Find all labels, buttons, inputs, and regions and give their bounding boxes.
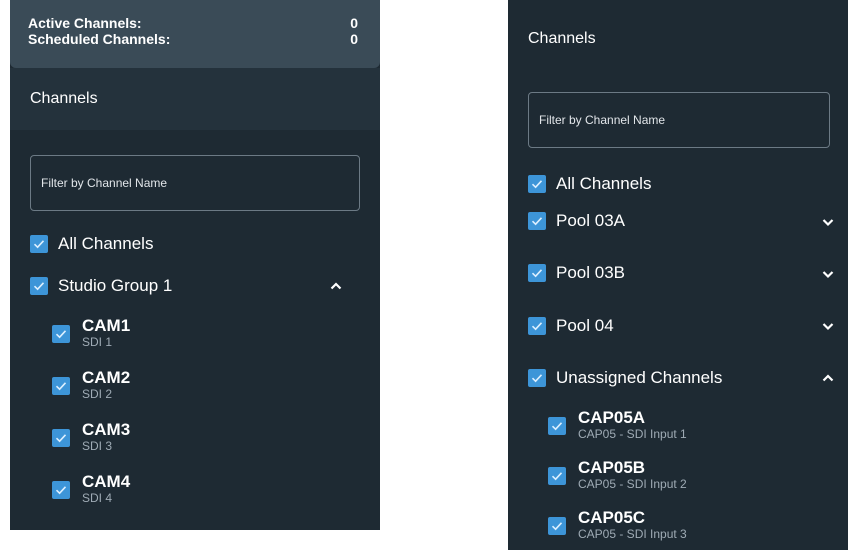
- channel-text: CAM3 SDI 3: [82, 420, 131, 454]
- chevron-down-icon[interactable]: [820, 266, 836, 282]
- all-channels-label: All Channels: [556, 174, 652, 193]
- checkmark-icon: [531, 180, 543, 189]
- checkmark-icon: [531, 217, 543, 226]
- checkmark-icon: [551, 422, 563, 431]
- group-row-studio-group-1[interactable]: Studio Group 1: [30, 276, 172, 296]
- channel-name: CAP05A: [578, 408, 646, 427]
- pool-03a-label: Pool 03A: [556, 211, 625, 230]
- chevron-down-icon[interactable]: [820, 214, 836, 230]
- all-channels-row[interactable]: All Channels: [30, 234, 153, 254]
- channel-text: CAP05C CAP05 - SDI Input 3: [578, 508, 687, 542]
- channel-text: CAM1 SDI 1: [82, 316, 131, 350]
- checkmark-icon: [531, 374, 543, 383]
- group-row-pool-03a[interactable]: Pool 03A: [528, 211, 625, 231]
- checkmark-icon: [551, 522, 563, 531]
- all-channels-label: All Channels: [58, 234, 154, 253]
- checkmark-icon: [55, 486, 67, 495]
- channel-text: CAM4 SDI 4: [82, 472, 131, 506]
- pool-03a-checkbox[interactable]: [528, 212, 546, 230]
- channel-name: CAM3: [82, 420, 131, 439]
- active-channels-label: Active Channels:: [28, 15, 142, 31]
- right-channel-panel: Channels All Channels Pool 03A Pool 03B: [508, 0, 848, 550]
- checkmark-icon: [531, 322, 543, 331]
- channel-text: CAP05A CAP05 - SDI Input 1: [578, 408, 687, 442]
- checkmark-icon: [55, 330, 67, 339]
- channel-row-cap05a[interactable]: CAP05A CAP05 - SDI Input 1: [548, 409, 687, 441]
- channel-row-cam4[interactable]: CAM4 SDI 4: [52, 473, 130, 505]
- channel-name: CAM2: [82, 368, 131, 387]
- active-channels-count: 0: [350, 15, 358, 31]
- pool-04-label: Pool 04: [556, 316, 614, 335]
- cam4-checkbox[interactable]: [52, 481, 70, 499]
- unassigned-channels-label: Unassigned Channels: [556, 368, 723, 387]
- checkmark-icon: [33, 282, 45, 291]
- chevron-up-icon[interactable]: [328, 278, 344, 294]
- channels-header: Channels: [10, 68, 380, 130]
- cam3-checkbox[interactable]: [52, 429, 70, 447]
- channel-source: SDI 1: [82, 335, 113, 349]
- channel-name: CAM4: [82, 472, 131, 491]
- group-row-pool-03b[interactable]: Pool 03B: [528, 263, 625, 283]
- all-channels-row[interactable]: All Channels: [528, 174, 651, 194]
- channel-name: CAP05B: [578, 458, 646, 477]
- channel-text: CAP05B CAP05 - SDI Input 2: [578, 458, 687, 492]
- group-row-unassigned-channels[interactable]: Unassigned Channels: [528, 368, 722, 388]
- channel-name: CAM1: [82, 316, 131, 335]
- scheduled-channels-row: Scheduled Channels: 0: [28, 30, 358, 48]
- checkmark-icon: [531, 269, 543, 278]
- channels-header: Channels: [528, 30, 596, 47]
- group-row-pool-04[interactable]: Pool 04: [528, 316, 614, 336]
- all-channels-checkbox[interactable]: [30, 235, 48, 253]
- channel-source: SDI 2: [82, 387, 113, 401]
- studio-group-label: Studio Group 1: [58, 276, 173, 295]
- pool-04-checkbox[interactable]: [528, 317, 546, 335]
- channel-row-cam1[interactable]: CAM1 SDI 1: [52, 317, 130, 349]
- pool-03b-checkbox[interactable]: [528, 264, 546, 282]
- all-channels-checkbox[interactable]: [528, 175, 546, 193]
- checkmark-icon: [55, 434, 67, 443]
- channel-summary: Active Channels: 0 Scheduled Channels: 0: [10, 0, 380, 68]
- channel-source: SDI 4: [82, 491, 113, 505]
- channel-row-cap05b[interactable]: CAP05B CAP05 - SDI Input 2: [548, 459, 687, 491]
- channel-row-cam3[interactable]: CAM3 SDI 3: [52, 421, 130, 453]
- channel-text: CAM2 SDI 2: [82, 368, 131, 402]
- cap05b-checkbox[interactable]: [548, 467, 566, 485]
- channel-filter-input[interactable]: [528, 92, 830, 148]
- pool-03b-label: Pool 03B: [556, 263, 625, 282]
- scheduled-channels-count: 0: [350, 31, 358, 47]
- left-channel-panel: Active Channels: 0 Scheduled Channels: 0…: [10, 0, 380, 530]
- cam1-checkbox[interactable]: [52, 325, 70, 343]
- cam2-checkbox[interactable]: [52, 377, 70, 395]
- channel-filter-input[interactable]: [30, 155, 360, 211]
- cap05c-checkbox[interactable]: [548, 517, 566, 535]
- screenshot-root: Active Channels: 0 Scheduled Channels: 0…: [0, 0, 864, 550]
- checkmark-icon: [33, 240, 45, 249]
- cap05a-checkbox[interactable]: [548, 417, 566, 435]
- checkmark-icon: [55, 382, 67, 391]
- channel-source: CAP05 - SDI Input 3: [578, 527, 687, 541]
- chevron-down-icon[interactable]: [820, 318, 836, 334]
- channel-source: CAP05 - SDI Input 2: [578, 477, 687, 491]
- scheduled-channels-label: Scheduled Channels:: [28, 31, 171, 47]
- channel-row-cam2[interactable]: CAM2 SDI 2: [52, 369, 130, 401]
- unassigned-channels-checkbox[interactable]: [528, 369, 546, 387]
- channel-row-cap05c[interactable]: CAP05C CAP05 - SDI Input 3: [548, 509, 687, 541]
- channel-source: CAP05 - SDI Input 1: [578, 427, 687, 441]
- studio-group-checkbox[interactable]: [30, 277, 48, 295]
- channel-name: CAP05C: [578, 508, 646, 527]
- checkmark-icon: [551, 472, 563, 481]
- channel-source: SDI 3: [82, 439, 113, 453]
- chevron-up-icon[interactable]: [820, 370, 836, 386]
